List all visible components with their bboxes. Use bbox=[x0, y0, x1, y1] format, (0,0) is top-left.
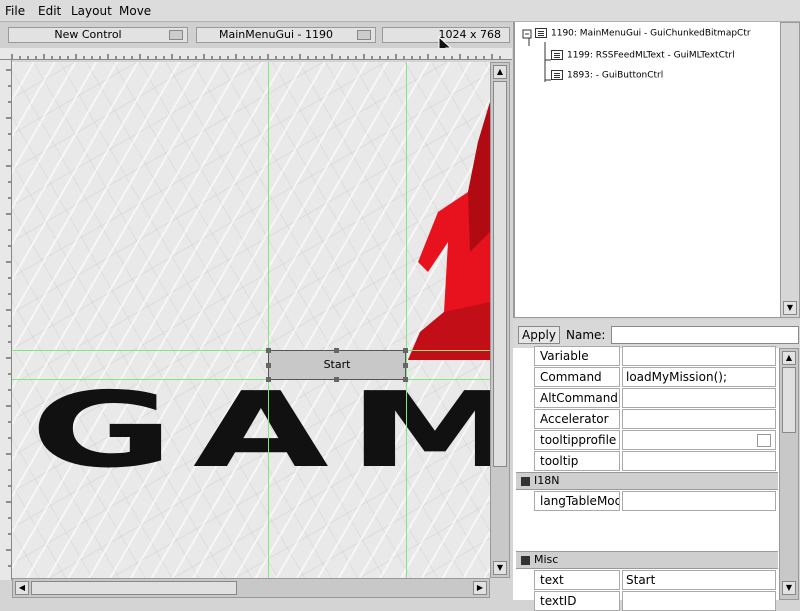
resize-handle[interactable] bbox=[403, 348, 408, 353]
dropdown-arrow-icon bbox=[357, 30, 371, 40]
start-button[interactable]: Start bbox=[268, 350, 406, 380]
scroll-down-arrow-icon[interactable]: ▼ bbox=[493, 561, 507, 575]
gui-select-label: MainMenuGui - 1190 bbox=[219, 28, 333, 41]
property-key: AltCommand bbox=[534, 388, 620, 408]
control-icon bbox=[535, 28, 547, 38]
scroll-thumb[interactable] bbox=[493, 81, 507, 467]
horizontal-ruler bbox=[0, 48, 512, 60]
scroll-down-arrow-icon[interactable]: ▼ bbox=[782, 581, 796, 595]
control-icon bbox=[551, 70, 563, 80]
property-row-variable: Variable bbox=[534, 346, 778, 366]
scroll-right-arrow-icon[interactable]: ▶ bbox=[473, 581, 487, 595]
property-row-altcommand: AltCommand bbox=[534, 388, 778, 408]
section-title: I18N bbox=[534, 474, 560, 487]
control-icon bbox=[551, 50, 563, 60]
menu-file[interactable]: File bbox=[5, 4, 25, 18]
scroll-up-arrow-icon[interactable]: ▲ bbox=[782, 351, 796, 365]
property-key: textID bbox=[534, 591, 620, 611]
section-header-i18n[interactable]: I18N bbox=[516, 472, 778, 490]
property-key: text bbox=[534, 570, 620, 590]
property-key: Command bbox=[534, 367, 620, 387]
property-row-command: Command loadMyMission(); bbox=[534, 367, 778, 387]
name-label: Name: bbox=[566, 328, 606, 342]
property-value-dropdown[interactable] bbox=[622, 430, 776, 450]
property-value-input[interactable] bbox=[622, 346, 776, 366]
new-control-label: New Control bbox=[54, 28, 122, 41]
resize-handle[interactable] bbox=[266, 348, 271, 353]
property-key: langTableMod bbox=[534, 491, 620, 511]
property-value-input[interactable] bbox=[622, 591, 776, 611]
canvas-vertical-scrollbar[interactable]: ▲ ▼ bbox=[490, 62, 510, 578]
property-value-input[interactable]: loadMyMission(); bbox=[622, 367, 776, 387]
gui-select-dropdown[interactable]: MainMenuGui - 1190 bbox=[196, 27, 376, 43]
logo-text: GAM bbox=[30, 369, 490, 491]
scroll-down-arrow-icon[interactable]: ▼ bbox=[783, 301, 797, 315]
guide-line-horizontal bbox=[12, 350, 490, 351]
menu-move[interactable]: Move bbox=[119, 4, 151, 18]
guide-line-vertical bbox=[406, 62, 407, 578]
property-row-accelerator: Accelerator bbox=[534, 409, 778, 429]
property-value-input[interactable] bbox=[622, 388, 776, 408]
inspector-vertical-scrollbar[interactable]: ▲ ▼ bbox=[779, 348, 799, 600]
guide-line-horizontal bbox=[12, 379, 490, 380]
property-value-input[interactable]: Start bbox=[622, 570, 776, 590]
property-key: tooltip bbox=[534, 451, 620, 471]
tree-item-label: 1893: - GuiButtonCtrl bbox=[567, 70, 664, 81]
tree-item-label: 1190: MainMenuGui - GuiChunkedBitmapCtr bbox=[551, 28, 751, 39]
property-row-langtablemod: langTableMod bbox=[534, 491, 778, 511]
property-key: tooltipprofile bbox=[534, 430, 620, 450]
gui-canvas[interactable]: GAM Start bbox=[12, 62, 490, 578]
menu-edit[interactable]: Edit bbox=[38, 4, 61, 18]
collapse-toggle-icon bbox=[521, 556, 530, 565]
editor-toolbar: New Control MainMenuGui - 1190 1024 x 76… bbox=[0, 22, 512, 48]
property-key: Variable bbox=[534, 346, 620, 366]
resize-handle[interactable] bbox=[403, 377, 408, 382]
vertical-ruler bbox=[0, 60, 12, 580]
property-key: Accelerator bbox=[534, 409, 620, 429]
start-button-label: Start bbox=[323, 358, 351, 371]
apply-button[interactable]: Apply bbox=[518, 326, 560, 344]
property-value-input[interactable] bbox=[622, 451, 776, 471]
resize-handle[interactable] bbox=[334, 348, 339, 353]
property-row-tooltip: tooltip bbox=[534, 451, 778, 471]
menu-layout[interactable]: Layout bbox=[71, 4, 112, 18]
section-header-misc[interactable]: Misc bbox=[516, 551, 778, 569]
name-input[interactable] bbox=[611, 326, 799, 344]
scroll-up-arrow-icon[interactable]: ▲ bbox=[493, 65, 507, 79]
control-tree: 1190: MainMenuGui - GuiChunkedBitmapCtr … bbox=[513, 22, 800, 318]
section-title: Misc bbox=[534, 553, 559, 566]
property-value-input[interactable] bbox=[622, 409, 776, 429]
canvas-horizontal-scrollbar[interactable]: ◀ ▶ bbox=[12, 578, 490, 598]
scroll-thumb[interactable] bbox=[31, 581, 237, 595]
scroll-left-arrow-icon[interactable]: ◀ bbox=[15, 581, 29, 595]
tree-vertical-scrollbar[interactable]: ▼ bbox=[780, 22, 800, 318]
dropdown-arrow-icon bbox=[169, 30, 183, 40]
resize-handle[interactable] bbox=[266, 377, 271, 382]
resolution-label: 1024 x 768 bbox=[438, 28, 502, 41]
scroll-thumb[interactable] bbox=[782, 367, 796, 433]
resize-handle[interactable] bbox=[403, 363, 408, 368]
dropdown-button-icon[interactable] bbox=[757, 434, 771, 447]
tree-item-child[interactable]: 1893: - GuiButtonCtrl bbox=[551, 70, 663, 81]
tree-item-label: 1199: RSSFeedMLText - GuiMLTextCtrl bbox=[567, 50, 735, 61]
property-row-textid: textID bbox=[534, 591, 778, 611]
property-row-text: text Start bbox=[534, 570, 778, 590]
resize-handle[interactable] bbox=[334, 377, 339, 382]
menu-bar: File Edit Layout Move bbox=[0, 0, 800, 22]
property-value-input[interactable] bbox=[622, 491, 776, 511]
collapse-toggle-icon bbox=[521, 477, 530, 486]
resize-handle[interactable] bbox=[266, 363, 271, 368]
property-row-tooltipprofile: tooltipprofile bbox=[534, 430, 778, 450]
guide-line-vertical bbox=[268, 62, 269, 578]
red-logo-figure bbox=[408, 102, 490, 360]
new-control-dropdown[interactable]: New Control bbox=[8, 27, 188, 43]
tree-item-child[interactable]: 1199: RSSFeedMLText - GuiMLTextCtrl bbox=[551, 50, 735, 61]
tree-item-root[interactable]: 1190: MainMenuGui - GuiChunkedBitmapCtr bbox=[535, 28, 751, 39]
